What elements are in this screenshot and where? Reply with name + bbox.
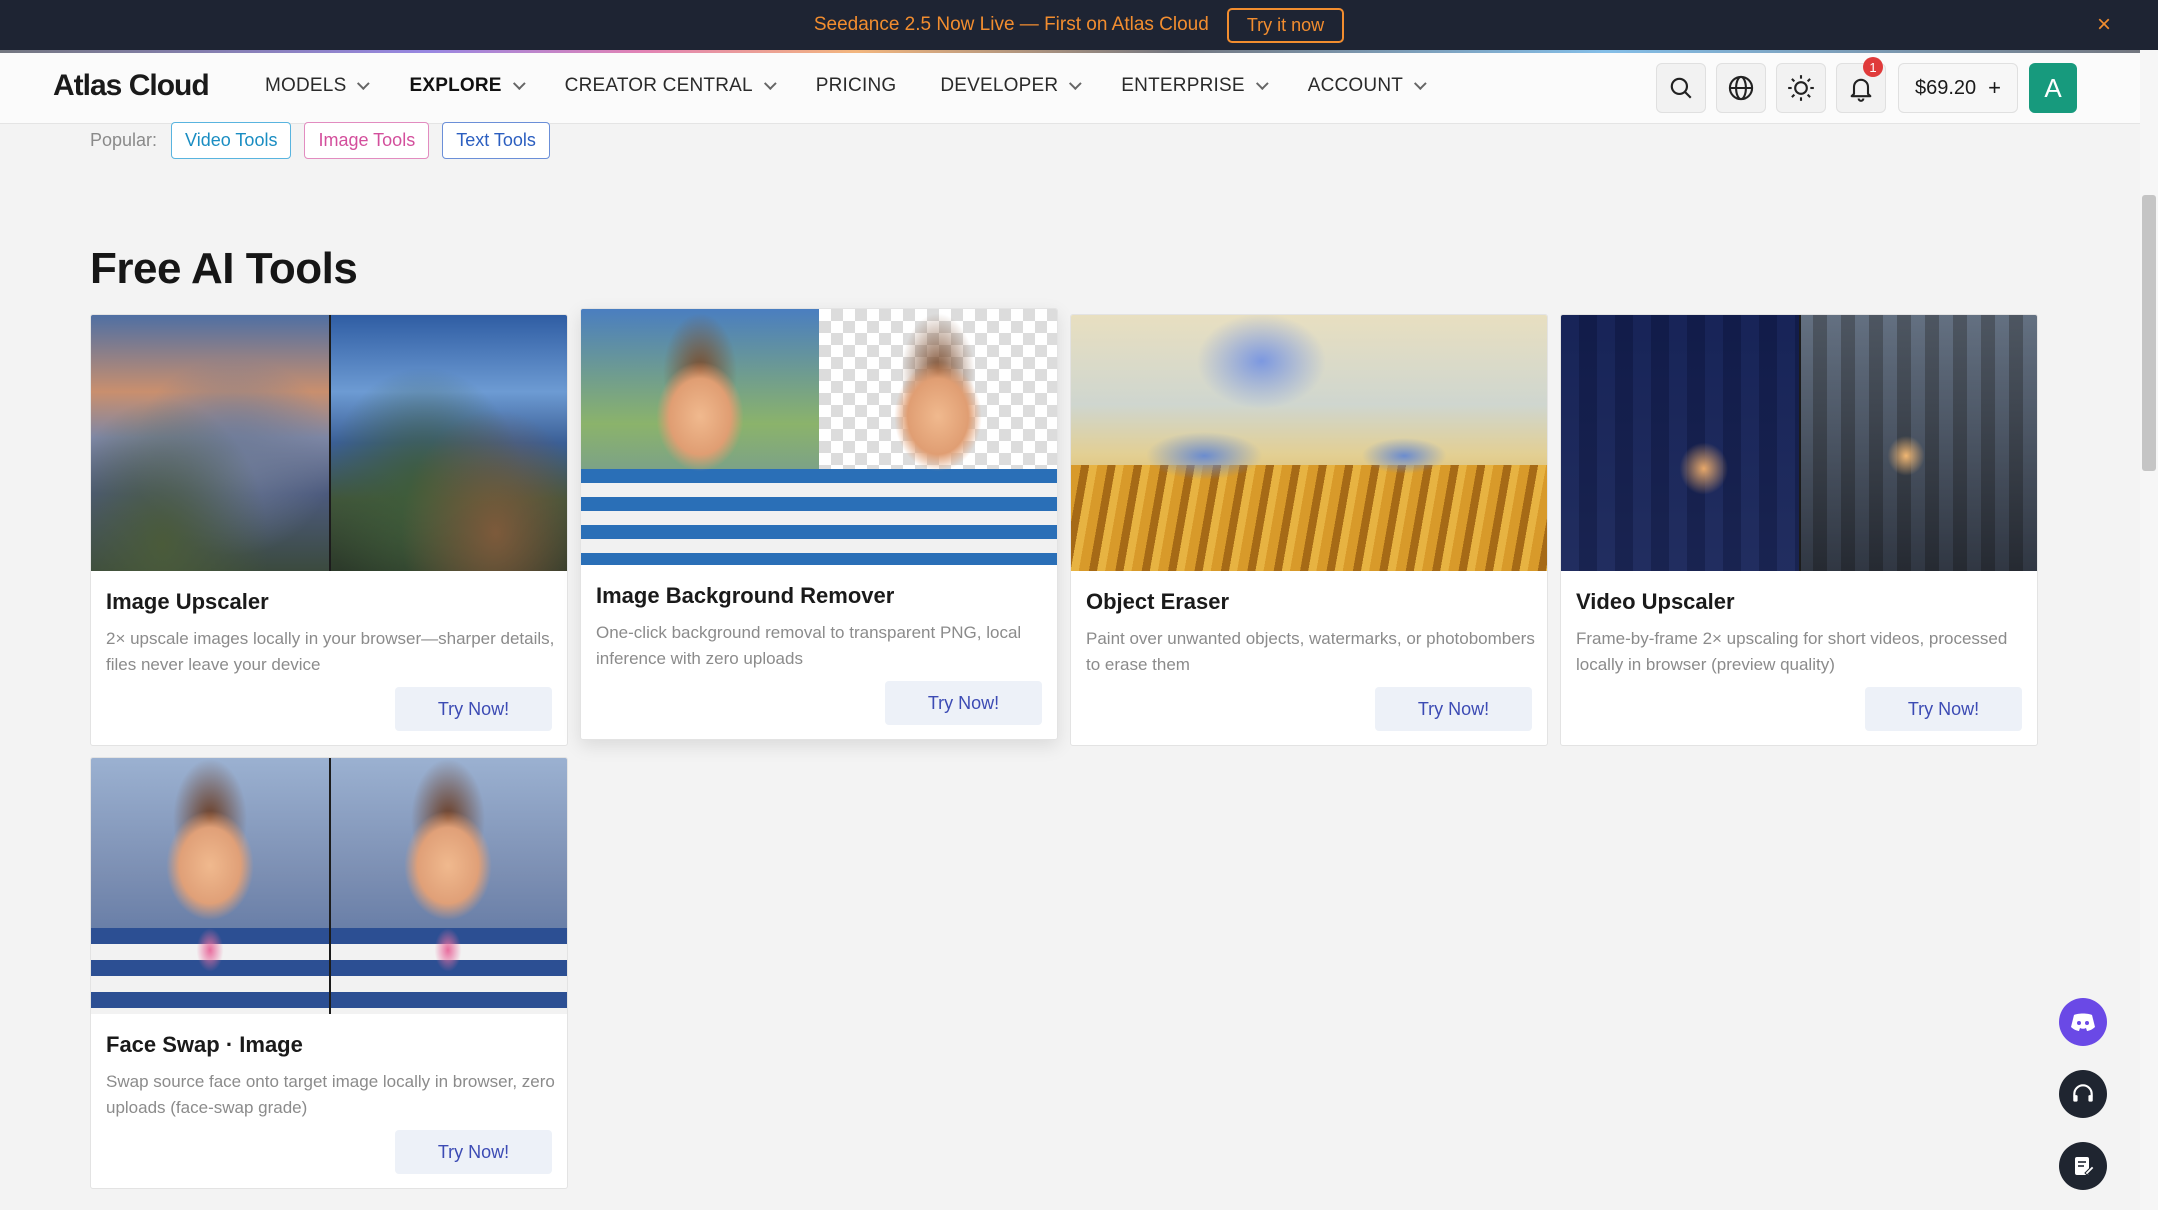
before-image <box>91 758 329 1014</box>
discord-icon <box>2071 1013 2095 1031</box>
before-image <box>581 309 819 565</box>
menu-label: ACCOUNT <box>1307 75 1404 96</box>
menu-enterprise[interactable]: ENTERPRISE <box>1121 75 1269 97</box>
page: Seedance 2.5 Now Live — First on Atlas C… <box>0 0 2158 1210</box>
close-icon[interactable]: × <box>2090 11 2118 39</box>
balance-button[interactable]: $69.20 + <box>1898 63 2018 113</box>
card-thumbnail <box>91 315 567 571</box>
after-image <box>1799 315 2037 571</box>
tool-card-image-upscaler[interactable]: Image Upscaler 2× upscale images locally… <box>90 314 568 746</box>
card-title: Image Background Remover <box>596 583 895 608</box>
scrollbar[interactable] <box>2140 50 2158 1210</box>
notification-badge: 1 <box>1863 57 1883 77</box>
bell-icon <box>1850 78 1872 102</box>
chevron-down-icon <box>512 76 526 90</box>
language-button[interactable] <box>1716 63 1766 113</box>
add-funds-icon: + <box>1988 75 2002 100</box>
try-now-button[interactable]: Try Now! <box>1375 687 1532 731</box>
theme-toggle-button[interactable] <box>1776 63 1826 113</box>
balance-amount: $69.20 <box>1914 76 1977 99</box>
search-icon <box>1670 77 1692 99</box>
avatar[interactable]: A <box>2029 63 2077 113</box>
menu-account[interactable]: ACCOUNT <box>1307 75 1427 97</box>
tool-card-video-upscaler[interactable]: Video Upscaler Frame-by-frame 2× upscali… <box>1560 314 2038 746</box>
chevron-down-icon <box>357 76 371 90</box>
section-title: Free AI Tools <box>90 244 358 293</box>
globe-icon <box>1728 75 1754 101</box>
headset-icon <box>2073 1084 2093 1102</box>
card-title: Object Eraser <box>1086 589 1230 614</box>
chevron-down-icon <box>763 76 777 90</box>
popular-label: Popular: <box>90 130 158 150</box>
tool-card-background-remover[interactable]: Image Background Remover One-click backg… <box>580 308 1058 740</box>
top-nav: Atlas Cloud MODELS EXPLORE CREATOR CENTR… <box>0 53 2140 124</box>
menu-label: PRICING <box>815 75 897 96</box>
logo[interactable]: Atlas Cloud <box>53 69 210 103</box>
main-menu: MODELS EXPLORE CREATOR CENTRAL PRICING D… <box>265 75 1466 97</box>
card-title: Video Upscaler <box>1576 589 1735 614</box>
announcement-text: Seedance 2.5 Now Live — First on Atlas C… <box>813 14 1209 35</box>
notifications-button[interactable]: 1 <box>1836 57 1886 113</box>
try-now-button[interactable]: Try Now! <box>1865 687 2022 731</box>
card-description: 2× upscale images locally in your browse… <box>106 629 555 674</box>
chip-video-tools[interactable]: Video Tools <box>171 122 292 159</box>
support-button[interactable] <box>2059 1070 2107 1118</box>
menu-label: ENTERPRISE <box>1121 75 1245 96</box>
chip-text-tools[interactable]: Text Tools <box>442 122 550 159</box>
after-image <box>819 309 1057 565</box>
chevron-down-icon <box>1255 76 1269 90</box>
menu-explore[interactable]: EXPLORE <box>409 75 526 97</box>
after-image <box>329 315 567 571</box>
card-thumbnail <box>1071 315 1547 571</box>
before-image <box>1561 315 1799 571</box>
card-description: Swap source face onto target image local… <box>106 1072 555 1117</box>
card-thumbnail <box>581 309 1057 565</box>
card-description: Frame-by-frame 2× upscaling for short vi… <box>1576 629 2008 674</box>
before-image <box>91 315 329 571</box>
chevron-down-icon <box>1069 76 1082 90</box>
popular-tags: Popular: Video Tools Image Tools Text To… <box>90 122 563 159</box>
tool-card-object-eraser[interactable]: Object Eraser Paint over unwanted object… <box>1070 314 1548 746</box>
card-description: Paint over unwanted objects, watermarks,… <box>1086 629 1535 674</box>
try-now-button[interactable]: Try Now! <box>395 1130 552 1174</box>
feedback-button[interactable] <box>2059 1142 2107 1190</box>
menu-label: CREATOR CENTRAL <box>564 75 753 96</box>
menu-creator-central[interactable]: CREATOR CENTRAL <box>564 75 777 97</box>
chevron-down-icon <box>1414 76 1427 90</box>
card-title: Face Swap · Image <box>106 1032 303 1057</box>
sun-icon <box>1788 75 1814 101</box>
scrollbar-thumb[interactable] <box>2142 195 2156 471</box>
feedback-icon <box>2075 1157 2095 1176</box>
compare-divider <box>329 758 331 1014</box>
compare-divider <box>329 315 331 571</box>
announcement-bar: Seedance 2.5 Now Live — First on Atlas C… <box>0 0 2158 50</box>
discord-button[interactable] <box>2059 998 2107 1046</box>
try-now-button[interactable]: Try Now! <box>885 681 1042 725</box>
menu-label: MODELS <box>265 75 347 96</box>
menu-models[interactable]: MODELS <box>265 75 371 97</box>
menu-label: DEVELOPER <box>940 75 1059 96</box>
compare-divider <box>1799 315 1801 571</box>
menu-developer[interactable]: DEVELOPER <box>940 75 1082 97</box>
card-title: Image Upscaler <box>106 589 269 614</box>
tool-card-face-swap[interactable]: Face Swap · Image Swap source face onto … <box>90 757 568 1189</box>
after-image <box>329 758 567 1014</box>
menu-pricing[interactable]: PRICING <box>816 75 897 97</box>
try-now-button[interactable]: Try Now! <box>395 687 552 731</box>
chip-image-tools[interactable]: Image Tools <box>304 122 430 159</box>
card-description: One-click background removal to transpar… <box>596 623 1022 668</box>
try-it-now-button[interactable]: Try it now <box>1226 7 1345 43</box>
search-button[interactable] <box>1656 63 1706 113</box>
card-thumbnail <box>91 758 567 1014</box>
menu-label: EXPLORE <box>409 75 502 96</box>
card-thumbnail <box>1561 315 2037 571</box>
